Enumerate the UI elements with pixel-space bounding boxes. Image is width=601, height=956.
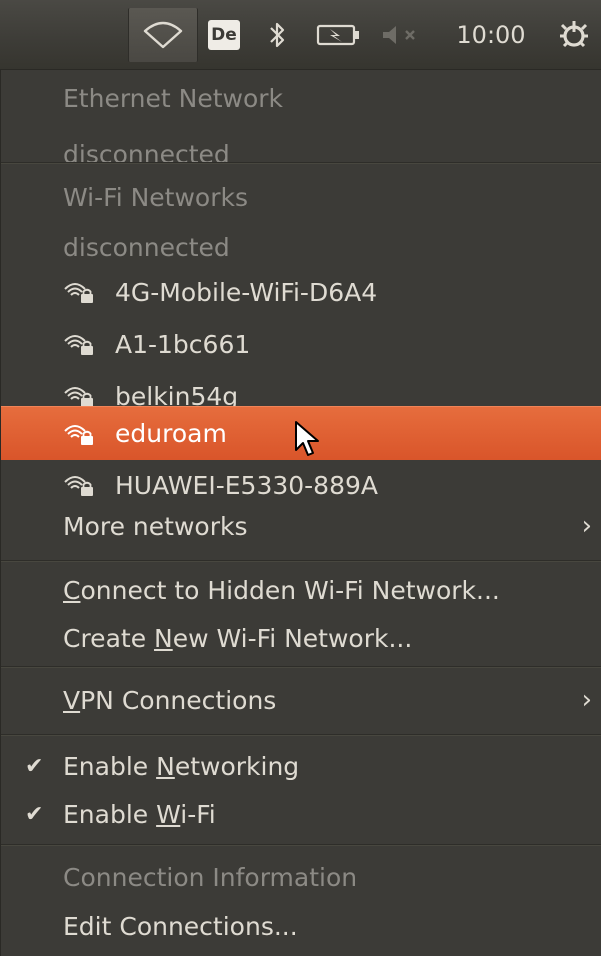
wifi-header-label: Wi-Fi Networks	[63, 182, 248, 212]
enable-networking-label: Enable Networking	[63, 751, 300, 781]
check-mark-icon: ✔	[25, 801, 44, 827]
wifi-icon	[143, 21, 183, 49]
enable-wifi-item[interactable]: ✔ Enable Wi-Fi	[1, 786, 601, 842]
wifi-network-ssid: 4G-Mobile-WiFi-D6A4	[115, 277, 378, 307]
wifi-network-ssid: A1-1bc661	[115, 329, 251, 359]
more-networks-item[interactable]: More networks ›	[1, 498, 601, 554]
keyboard-layout-badge: De	[208, 20, 240, 50]
battery-indicator[interactable]	[314, 8, 364, 62]
bluetooth-icon	[270, 22, 285, 48]
wifi-status-label: disconnected	[63, 232, 230, 262]
separator	[1, 734, 601, 736]
vpn-connections-item[interactable]: VPN Connections ›	[1, 672, 601, 728]
clock-indicator[interactable]: 10:00	[446, 8, 536, 62]
more-networks-label: More networks	[63, 511, 248, 541]
connection-information-item: Connection Information	[1, 849, 601, 905]
volume-muted-icon	[383, 26, 415, 44]
top-panel: De 10:00	[0, 0, 601, 70]
wifi-network-item[interactable]: A1-1bc661	[1, 318, 601, 370]
mouse-pointer-icon	[295, 421, 319, 456]
vpn-connections-label: VPN Connections	[63, 685, 277, 715]
connect-hidden-wifi-label: Connect to Hidden Wi-Fi Network...	[63, 575, 500, 605]
enable-wifi-label: Enable Wi-Fi	[63, 799, 216, 829]
wifi-secured-signal-icon	[64, 335, 93, 355]
network-indicator[interactable]	[128, 8, 198, 62]
separator	[1, 666, 601, 668]
create-new-wifi-label: Create New Wi-Fi Network...	[63, 623, 413, 653]
keyboard-indicator[interactable]: De	[204, 8, 244, 62]
wifi-header: Wi-Fi Networks	[1, 169, 601, 225]
wifi-network-item[interactable]: 4G-Mobile-WiFi-D6A4	[1, 266, 601, 318]
wifi-secured-signal-icon	[64, 476, 93, 496]
ethernet-status-label: disconnected	[63, 139, 230, 169]
edit-connections-label: Edit Connections...	[63, 911, 298, 941]
session-indicator[interactable]	[552, 8, 596, 62]
power-icon	[560, 21, 588, 48]
wifi-network-ssid: HUAWEI-E5330-889A	[115, 470, 379, 500]
ethernet-header: Ethernet Network	[1, 70, 601, 126]
wifi-secured-signal-icon	[64, 424, 93, 445]
ethernet-header-label: Ethernet Network	[63, 83, 284, 113]
submenu-arrow-icon: ›	[581, 511, 592, 541]
separator	[1, 844, 601, 846]
sound-indicator[interactable]	[376, 8, 426, 62]
clock-label: 10:00	[456, 21, 526, 49]
edit-connections-item[interactable]: Edit Connections...	[1, 898, 601, 954]
bluetooth-indicator[interactable]	[260, 8, 294, 62]
wifi-network-ssid: eduroam	[115, 419, 227, 448]
create-new-wifi-item[interactable]: Create New Wi-Fi Network...	[1, 610, 601, 666]
battery-icon	[316, 24, 359, 46]
separator	[1, 162, 601, 164]
network-menu: Ethernet Network disconnected Wi-Fi Netw…	[0, 70, 601, 956]
connection-information-label: Connection Information	[63, 862, 358, 892]
wifi-secured-signal-icon	[64, 283, 93, 303]
check-mark-icon: ✔	[25, 753, 44, 779]
submenu-arrow-icon: ›	[581, 685, 592, 715]
wifi-secured-signal-icon	[64, 387, 93, 407]
